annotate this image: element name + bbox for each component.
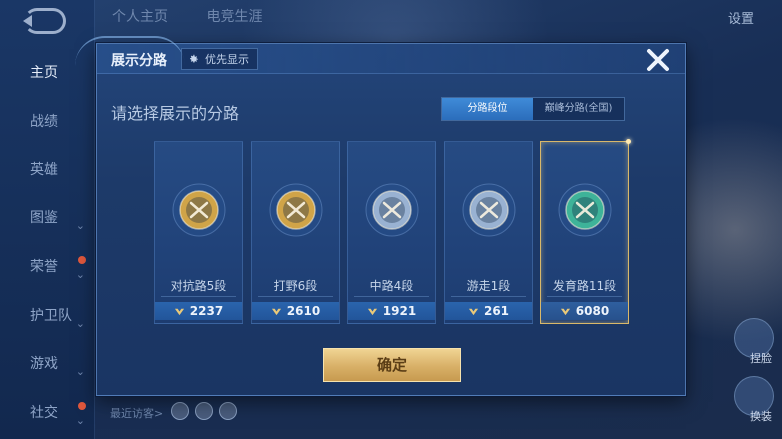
chevron-down-icon: ⌄ — [75, 219, 85, 232]
lane-rank-name: 游走1段 — [466, 279, 511, 293]
score-row: 1921 — [348, 302, 435, 320]
tab-esports[interactable]: 电竞生涯 — [206, 9, 262, 25]
notification-dot — [78, 256, 86, 264]
selected-sparkle — [626, 139, 631, 144]
face-edit-label: 捏脸 — [750, 352, 772, 365]
sidebar-item-label: 游戏 — [30, 356, 58, 372]
divider — [258, 296, 333, 297]
avatar[interactable] — [219, 402, 237, 420]
recent-visitors-label[interactable]: 最近访客> — [110, 405, 163, 421]
sidebar-item-label: 战绩 — [30, 114, 58, 130]
sidebar-item-label: 社交 — [30, 405, 58, 421]
rank-type-toggle: 分路段位 巅峰分路(全国) — [441, 97, 625, 121]
sidebar-item-label: 英雄 — [30, 162, 58, 178]
score-row: 2610 — [252, 302, 339, 320]
lane-card[interactable]: 发育路11段 6080 — [540, 139, 631, 324]
divider — [161, 296, 236, 297]
divider — [354, 296, 429, 297]
divider — [451, 296, 526, 297]
lane-score: 2237 — [189, 304, 224, 318]
mid-lane-emblem-icon — [365, 183, 419, 237]
sidebar-item-label: 主页 — [30, 65, 58, 81]
lane-card[interactable]: 对抗路5段 2237 — [154, 141, 243, 324]
dialog-subtitle: 请选择展示的分路 — [111, 104, 240, 123]
avatar[interactable] — [195, 402, 213, 420]
dialog-title: 展示分路 — [111, 53, 167, 69]
lane-display-dialog: 展示分路 优先显示 请选择展示的分路 分路段位 巅峰分路(全国) 对抗路5段 22… — [75, 36, 686, 396]
sidebar-item[interactable]: 英雄 — [0, 155, 95, 185]
back-arrow-icon[interactable] — [23, 8, 66, 34]
chevron-down-icon: ⌄ — [75, 317, 85, 330]
outfit-label: 换装 — [750, 410, 772, 423]
chevron-down-icon: ⌄ — [75, 365, 85, 378]
chevron-down-icon: ⌄ — [75, 268, 85, 281]
confirm-button[interactable]: 确定 — [323, 348, 461, 382]
sidebar-item[interactable]: 图鉴 ⌄ — [0, 203, 95, 233]
rank-points-icon — [271, 308, 281, 315]
toggle-lane-rank[interactable]: 分路段位 — [442, 98, 533, 120]
lane-rank-name: 中路4段 — [369, 279, 414, 293]
sidebar-item[interactable]: 护卫队 ⌄ — [0, 301, 95, 331]
notification-dot — [78, 402, 86, 410]
tab-profile[interactable]: 个人主页 — [112, 9, 168, 25]
sidebar-item[interactable]: 荣誉 ⌄ — [0, 252, 95, 282]
lane-rank-name: 对抗路5段 — [170, 279, 227, 293]
lane-score: 2610 — [286, 304, 321, 318]
gear-icon — [190, 54, 198, 63]
lane-rank-name: 打野6段 — [273, 279, 318, 293]
lane-score: 261 — [483, 304, 510, 318]
lane-score: 6080 — [575, 304, 610, 318]
lane-rank-name: 发育路11段 — [552, 279, 617, 293]
jungle-emblem-icon — [269, 183, 323, 237]
sidebar-item[interactable]: 战绩 — [0, 107, 95, 137]
rank-points-icon — [367, 308, 377, 315]
dialog-header: 展示分路 优先显示 — [75, 36, 685, 74]
sidebar-item-label: 荣誉 — [30, 259, 58, 275]
roam-emblem-icon — [462, 183, 516, 237]
farm-lane-emblem-icon — [558, 183, 612, 237]
clash-lane-emblem-icon — [172, 183, 226, 237]
rank-points-icon — [174, 308, 184, 315]
lane-card[interactable]: 游走1段 261 — [444, 141, 533, 324]
top-tabs: 个人主页 电竞生涯 — [112, 6, 296, 26]
lane-card[interactable]: 中路4段 1921 — [347, 141, 436, 324]
divider — [547, 296, 622, 297]
lane-score: 1921 — [382, 304, 417, 318]
sidebar-item-label: 护卫队 — [30, 308, 72, 324]
lane-card[interactable]: 打野6段 2610 — [251, 141, 340, 324]
sidebar-item[interactable]: 游戏 ⌄ — [0, 349, 95, 379]
score-row: 6080 — [541, 302, 628, 320]
chevron-down-icon: ⌄ — [75, 414, 85, 427]
avatar[interactable] — [171, 402, 189, 420]
rank-points-icon — [560, 308, 570, 315]
rank-points-icon — [468, 308, 479, 315]
toggle-peak-lane[interactable]: 巅峰分路(全国) — [533, 98, 624, 120]
score-row: 2237 — [155, 302, 242, 320]
priority-display-label: 优先显示 — [205, 53, 249, 66]
close-icon[interactable] — [645, 47, 671, 73]
sidebar-item-label: 图鉴 — [30, 210, 58, 226]
score-row: 261 — [445, 302, 532, 320]
sidebar-item[interactable]: 社交 ⌄ — [0, 398, 95, 428]
settings-link[interactable]: 设置 — [728, 8, 754, 27]
priority-display-button[interactable]: 优先显示 — [181, 48, 258, 70]
